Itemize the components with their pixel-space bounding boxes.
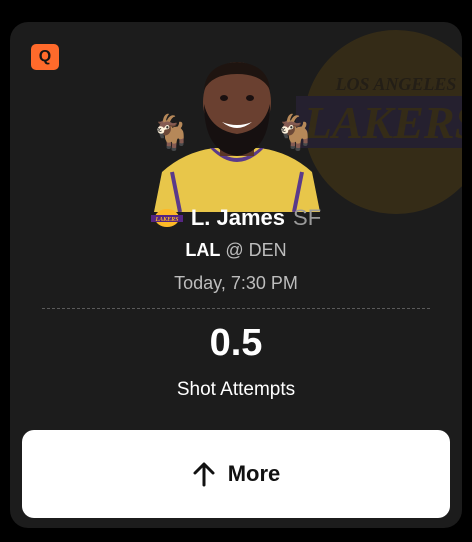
player-name: L. James xyxy=(190,205,286,230)
dashed-divider xyxy=(42,308,430,309)
arrow-up-icon xyxy=(193,462,215,487)
goat-emoji-right: 🐐 xyxy=(274,114,317,152)
more-button[interactable]: More xyxy=(22,430,450,518)
matchup: LAL @ DEN xyxy=(10,240,462,261)
goat-emoji-left: 🐐 xyxy=(150,114,193,152)
player-position: SF xyxy=(293,205,322,230)
stat-label: Shot Attempts xyxy=(176,379,296,400)
svg-text:LAKERS: LAKERS xyxy=(154,217,179,223)
game-time: Today, 7:30 PM xyxy=(174,273,298,293)
league-badge: Q xyxy=(31,44,59,70)
more-button-label: More xyxy=(227,461,281,486)
home-team: LAL xyxy=(185,240,221,260)
watermark-text-top: LOS ANGELES xyxy=(335,74,457,94)
away-team: DEN xyxy=(248,240,287,260)
lakers-logo-icon: LAKERS xyxy=(150,209,183,227)
player-name-row: LAKERS L. James SF xyxy=(10,204,462,232)
prop-card: LOS ANGELES LAKERS Q 🐐 🐐 LAKERS L. James xyxy=(10,22,462,528)
line-value: 0.5 xyxy=(209,322,263,364)
matchup-separator: @ xyxy=(225,240,244,260)
